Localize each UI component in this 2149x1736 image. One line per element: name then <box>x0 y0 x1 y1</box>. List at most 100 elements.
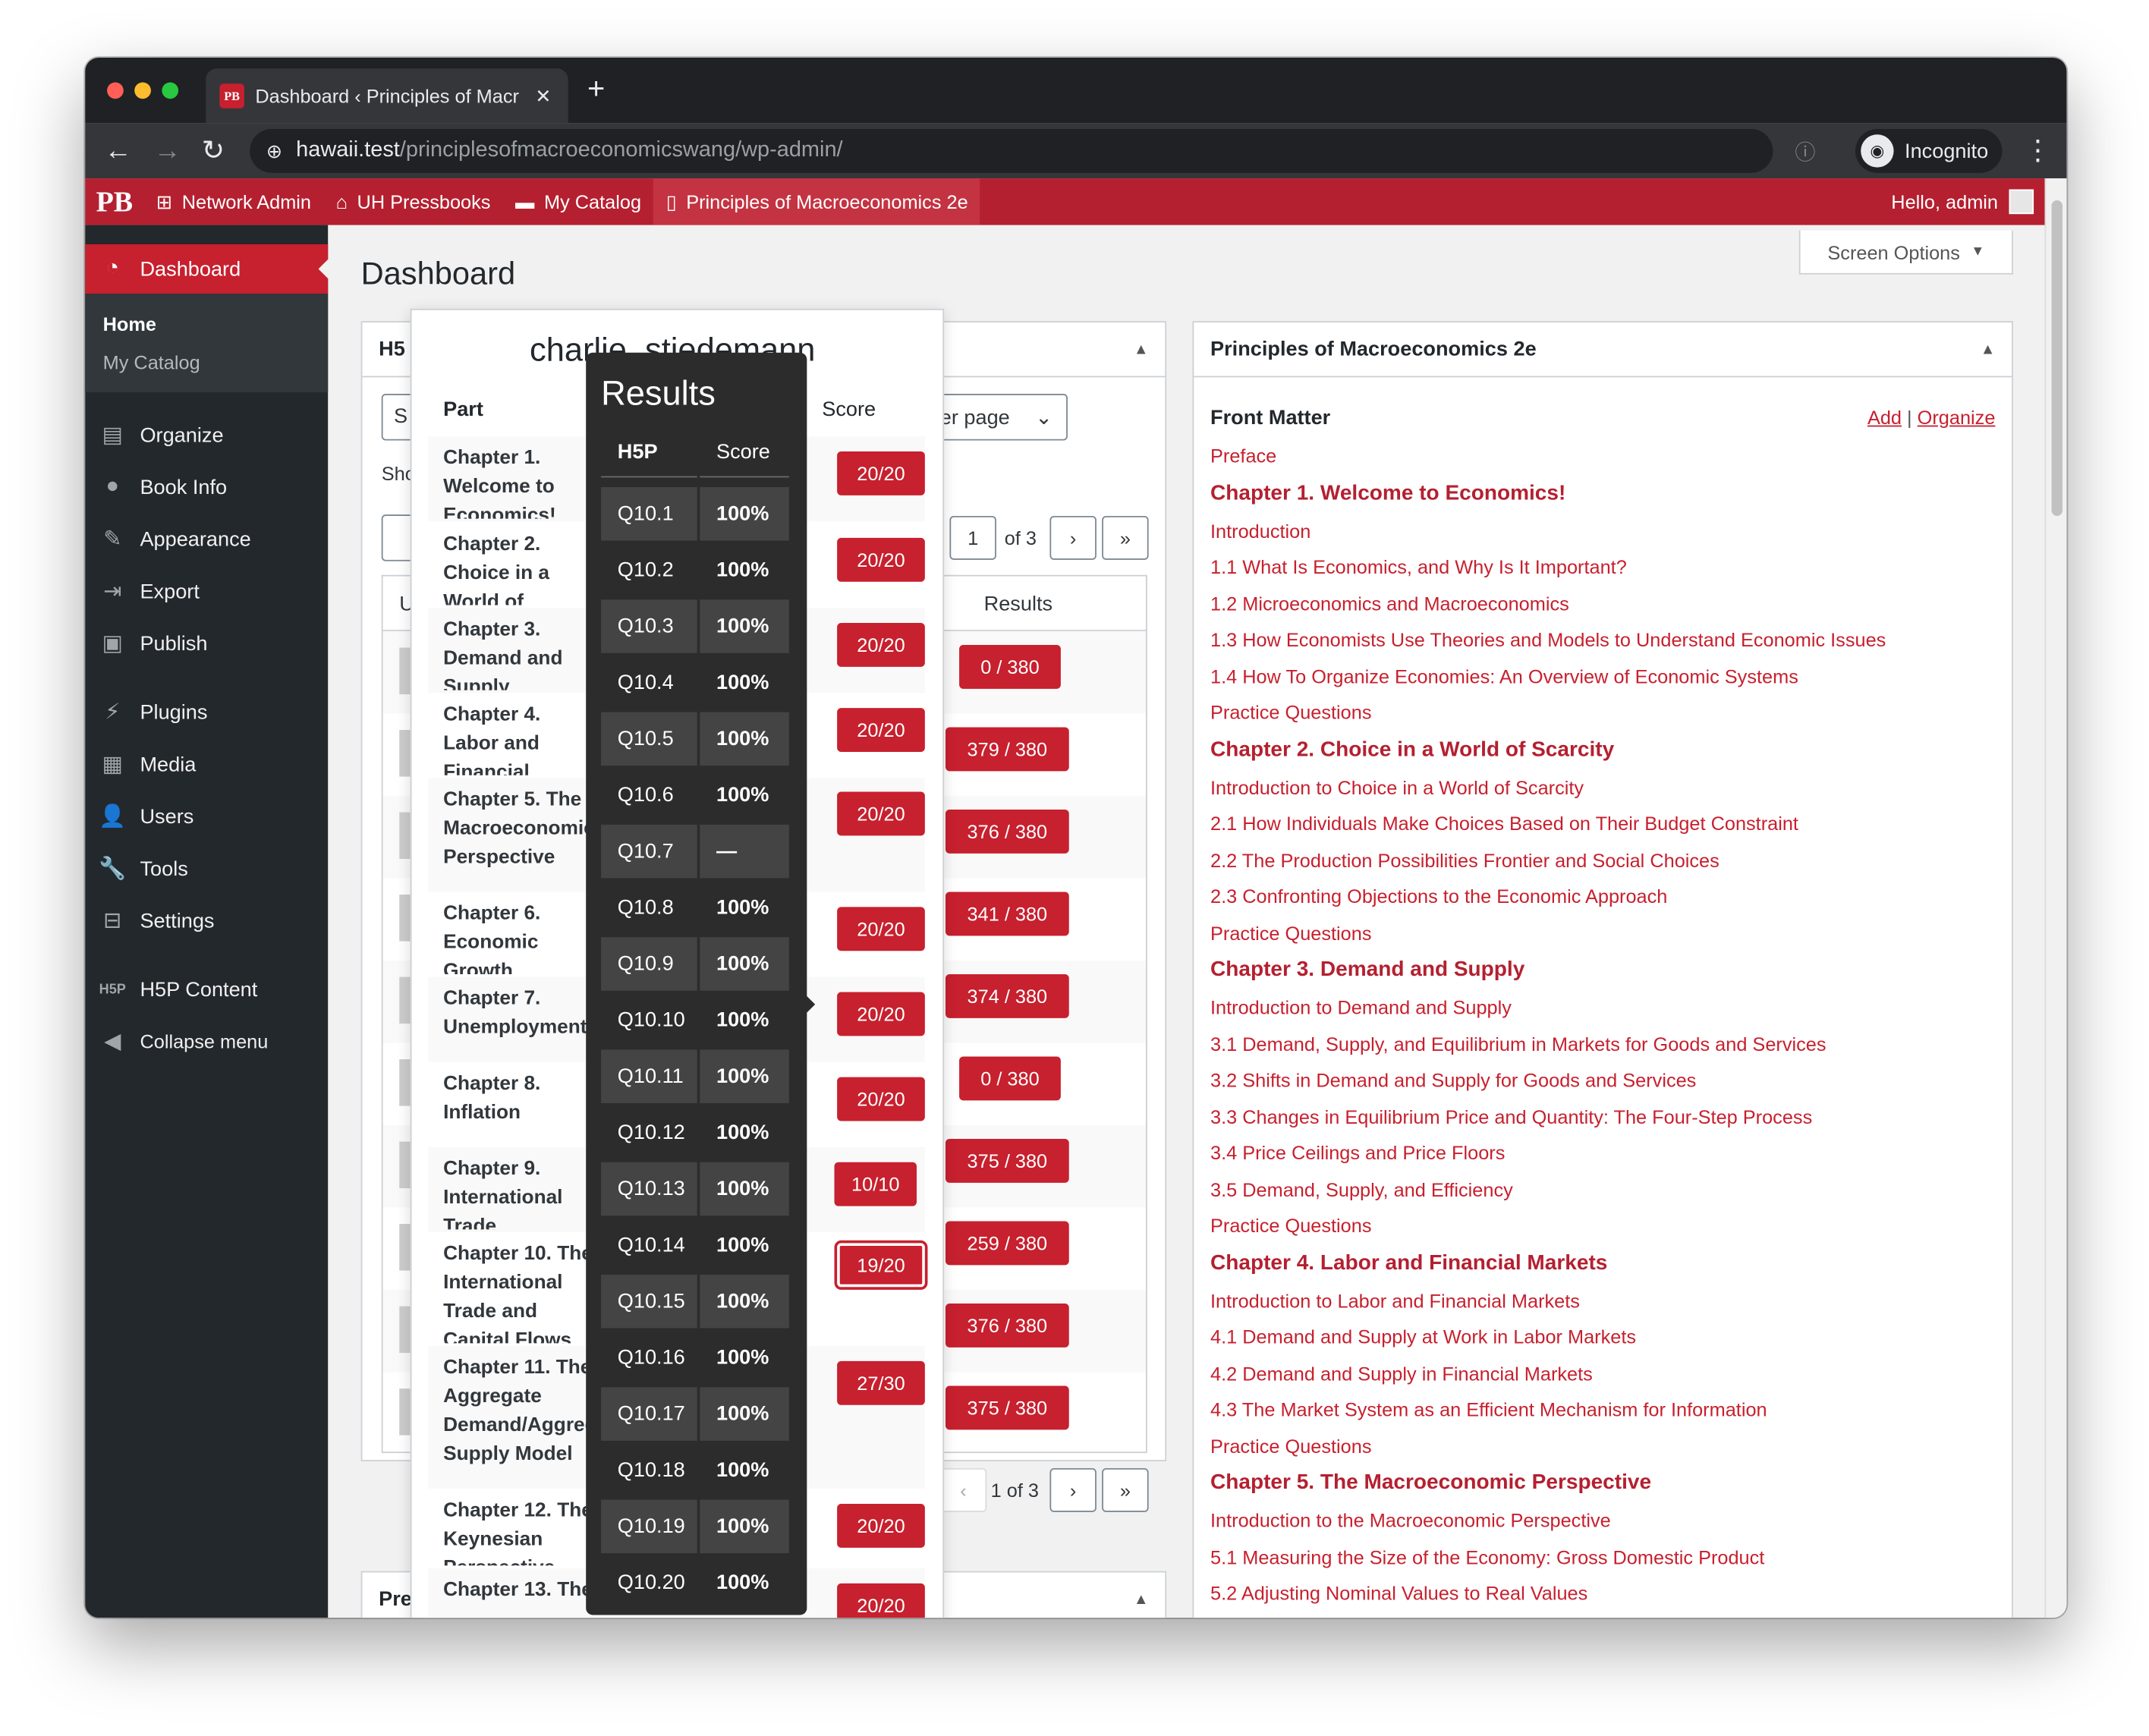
organize-link[interactable]: Organize <box>1918 406 1996 428</box>
toc-chapter-link[interactable]: Chapter 5. The Macroeconomic Perspective <box>1210 1464 1995 1503</box>
sidebar-item-media[interactable]: ▦ Media <box>85 738 328 791</box>
toc-item-link[interactable]: Introduction to the Macroeconomic Perspe… <box>1210 1502 1995 1539</box>
close-window-button[interactable] <box>107 82 124 99</box>
sidebar-item-export[interactable]: ⇥ Export <box>85 565 328 618</box>
sidebar-item-appearance[interactable]: ✎ Appearance <box>85 513 328 565</box>
popup-score-button[interactable]: 20/20 <box>837 1504 925 1548</box>
last-page-button-bottom[interactable]: » <box>1102 1467 1149 1512</box>
popup-score-button[interactable]: 19/20 <box>837 1243 925 1288</box>
sidebar-item-h5p-content[interactable]: H5P H5P Content <box>85 963 328 1015</box>
result-score-button[interactable]: 376 / 380 <box>945 809 1069 854</box>
popup-score-button[interactable]: 20/20 <box>837 1583 925 1618</box>
sidebar-item-publish[interactable]: ▣ Publish <box>85 618 328 670</box>
popup-score-button[interactable]: 10/10 <box>834 1162 917 1206</box>
toc-item-link[interactable]: 1.4 How To Organize Economies: An Overvi… <box>1210 658 1995 694</box>
toc-item-link[interactable]: 4.2 Demand and Supply in Financial Marke… <box>1210 1355 1995 1392</box>
toc-item-link[interactable]: 5.2 Adjusting Nominal Values to Real Val… <box>1210 1575 1995 1612</box>
admin-bar-uh-pressbooks[interactable]: ⌂ UH Pressbooks <box>323 178 502 225</box>
popup-score-button[interactable]: 20/20 <box>837 451 925 495</box>
toc-item-link[interactable]: Introduction to Choice in a World of Sca… <box>1210 769 1995 806</box>
info-icon[interactable]: ⓘ <box>1795 137 1815 166</box>
submenu-home[interactable]: Home <box>85 304 328 343</box>
toc-chapter-link[interactable]: Chapter 3. Demand and Supply <box>1210 951 1995 989</box>
book-box-header[interactable]: Principles of Macroeconomics 2e ▲ <box>1194 322 2012 378</box>
result-score-button[interactable]: 0 / 380 <box>959 1056 1061 1101</box>
browser-tab[interactable]: PB Dashboard ‹ Principles of Macr ✕ <box>206 68 568 124</box>
toc-item-link[interactable]: 3.4 Price Ceilings and Price Floors <box>1210 1135 1995 1171</box>
sidebar-item-book-info[interactable]: ● Book Info <box>85 461 328 514</box>
toc-item-link[interactable]: 2.3 Confronting Objections to the Econom… <box>1210 878 1995 914</box>
popup-score-button[interactable]: 20/20 <box>837 537 925 582</box>
tab-close-icon[interactable]: ✕ <box>535 84 551 108</box>
toc-item-link[interactable]: Practice Questions <box>1210 1207 1995 1244</box>
per-page-select[interactable]: er page ⌄ <box>924 394 1068 441</box>
toc-item-link[interactable]: 2.2 The Production Possibilities Frontie… <box>1210 841 1995 878</box>
popup-score-button[interactable]: 27/30 <box>837 1360 925 1405</box>
sidebar-item-plugins[interactable]: ⚡ Plugins <box>85 686 328 738</box>
toggle-panel-icon[interactable]: ▲ <box>1134 341 1149 357</box>
reload-icon[interactable]: ↻ <box>202 131 225 171</box>
toggle-panel-icon[interactable]: ▲ <box>1134 1591 1149 1608</box>
toc-item-link[interactable]: Practice Questions <box>1210 694 1995 731</box>
back-icon[interactable]: ← <box>104 131 131 171</box>
address-bar[interactable]: ⊕ hawaii.test/principlesofmacroeconomics… <box>250 128 1773 173</box>
popup-score-button[interactable]: 20/20 <box>837 791 925 836</box>
last-page-button[interactable]: » <box>1102 515 1149 560</box>
sidebar-item-users[interactable]: 👤 Users <box>85 791 328 843</box>
toc-item-link[interactable]: 4.1 Demand and Supply at Work in Labor M… <box>1210 1319 1995 1355</box>
result-score-button[interactable]: 341 / 380 <box>945 892 1069 936</box>
result-score-button[interactable]: 376 / 380 <box>945 1303 1069 1348</box>
admin-bar-account[interactable]: Hello, admin <box>1891 178 2034 225</box>
forward-icon[interactable]: → <box>154 131 181 171</box>
toc-item-link[interactable]: 2.1 How Individuals Make Choices Based o… <box>1210 806 1995 842</box>
toc-item-link[interactable]: 3.3 Changes in Equilibrium Price and Qua… <box>1210 1099 1995 1135</box>
result-score-button[interactable]: 374 / 380 <box>945 973 1069 1018</box>
toc-chapter-link[interactable]: Chapter 1. Welcome to Economics! <box>1210 474 1995 513</box>
popup-score-button[interactable]: 20/20 <box>837 907 925 951</box>
popup-score-button[interactable]: 20/20 <box>837 1077 925 1121</box>
popup-score-button[interactable]: 20/20 <box>837 623 925 667</box>
toc-item-link[interactable]: 3.2 Shifts in Demand and Supply for Good… <box>1210 1062 1995 1099</box>
toc-item-link[interactable]: Practice Questions <box>1210 914 1995 951</box>
page-scrollbar[interactable] <box>2044 178 2067 1618</box>
result-score-button[interactable]: 259 / 380 <box>945 1221 1069 1266</box>
toc-item-link[interactable]: 4.3 The Market System as an Efficient Me… <box>1210 1392 1995 1428</box>
toc-item-link[interactable]: 3.1 Demand, Supply, and Equilibrium in M… <box>1210 1026 1995 1062</box>
next-page-button[interactable]: › <box>1049 515 1097 560</box>
submenu-my-catalog[interactable]: My Catalog <box>85 343 328 382</box>
toc-item-link[interactable]: Preface <box>1210 438 1995 474</box>
minimize-window-button[interactable] <box>134 82 151 99</box>
toc-item-link[interactable]: 1.2 Microeconomics and Macroeconomics <box>1210 585 1995 621</box>
next-page-button-bottom[interactable]: › <box>1049 1467 1097 1512</box>
sidebar-collapse-menu[interactable]: ◀ Collapse menu <box>85 1015 328 1068</box>
toc-item-link[interactable]: Introduction <box>1210 512 1995 549</box>
browser-menu-icon[interactable]: ⋮ <box>2024 133 2051 167</box>
maximize-window-button[interactable] <box>162 82 179 99</box>
admin-bar-network-admin[interactable]: ⊞ Network Admin <box>144 178 324 225</box>
toc-item-link[interactable]: 3.5 Demand, Supply, and Efficiency <box>1210 1171 1995 1207</box>
incognito-indicator[interactable]: ◉ Incognito <box>1855 128 2003 173</box>
new-tab-button[interactable]: + <box>587 71 605 107</box>
result-score-button[interactable]: 0 / 380 <box>959 644 1061 689</box>
popup-score-button[interactable]: 20/20 <box>837 992 925 1036</box>
screen-options-button[interactable]: Screen Options ▼ <box>1798 230 2013 275</box>
toc-item-link[interactable]: Introduction to Demand and Supply <box>1210 989 1995 1026</box>
sidebar-item-organize[interactable]: ▤ Organize <box>85 409 328 461</box>
toc-item-link[interactable]: 1.1 What Is Economics, and Why Is It Imp… <box>1210 549 1995 585</box>
admin-bar-book[interactable]: ▯ Principles of Macroeconomics 2e <box>653 178 980 225</box>
add-link[interactable]: Add <box>1867 406 1902 428</box>
sidebar-item-dashboard[interactable]: ◔ Dashboard <box>85 244 330 294</box>
site-info-icon[interactable]: ⊕ <box>266 140 282 163</box>
admin-bar-my-catalog[interactable]: ▬ My Catalog <box>503 178 654 225</box>
result-score-button[interactable]: 379 / 380 <box>945 727 1069 772</box>
scrollbar-thumb[interactable] <box>2051 200 2063 516</box>
prev-page-button[interactable]: ‹ <box>939 1467 987 1512</box>
toc-chapter-link[interactable]: Chapter 2. Choice in a World of Scarcity <box>1210 731 1995 769</box>
sidebar-item-tools[interactable]: 🔧 Tools <box>85 842 328 895</box>
toggle-panel-icon[interactable]: ▲ <box>1981 341 1996 357</box>
result-score-button[interactable]: 375 / 380 <box>945 1138 1069 1183</box>
page-number-input[interactable]: 1 <box>949 515 996 560</box>
toc-item-link[interactable]: Introduction to Labor and Financial Mark… <box>1210 1282 1995 1319</box>
popup-score-button[interactable]: 20/20 <box>837 708 925 753</box>
sidebar-item-settings[interactable]: ⊟ Settings <box>85 895 328 947</box>
